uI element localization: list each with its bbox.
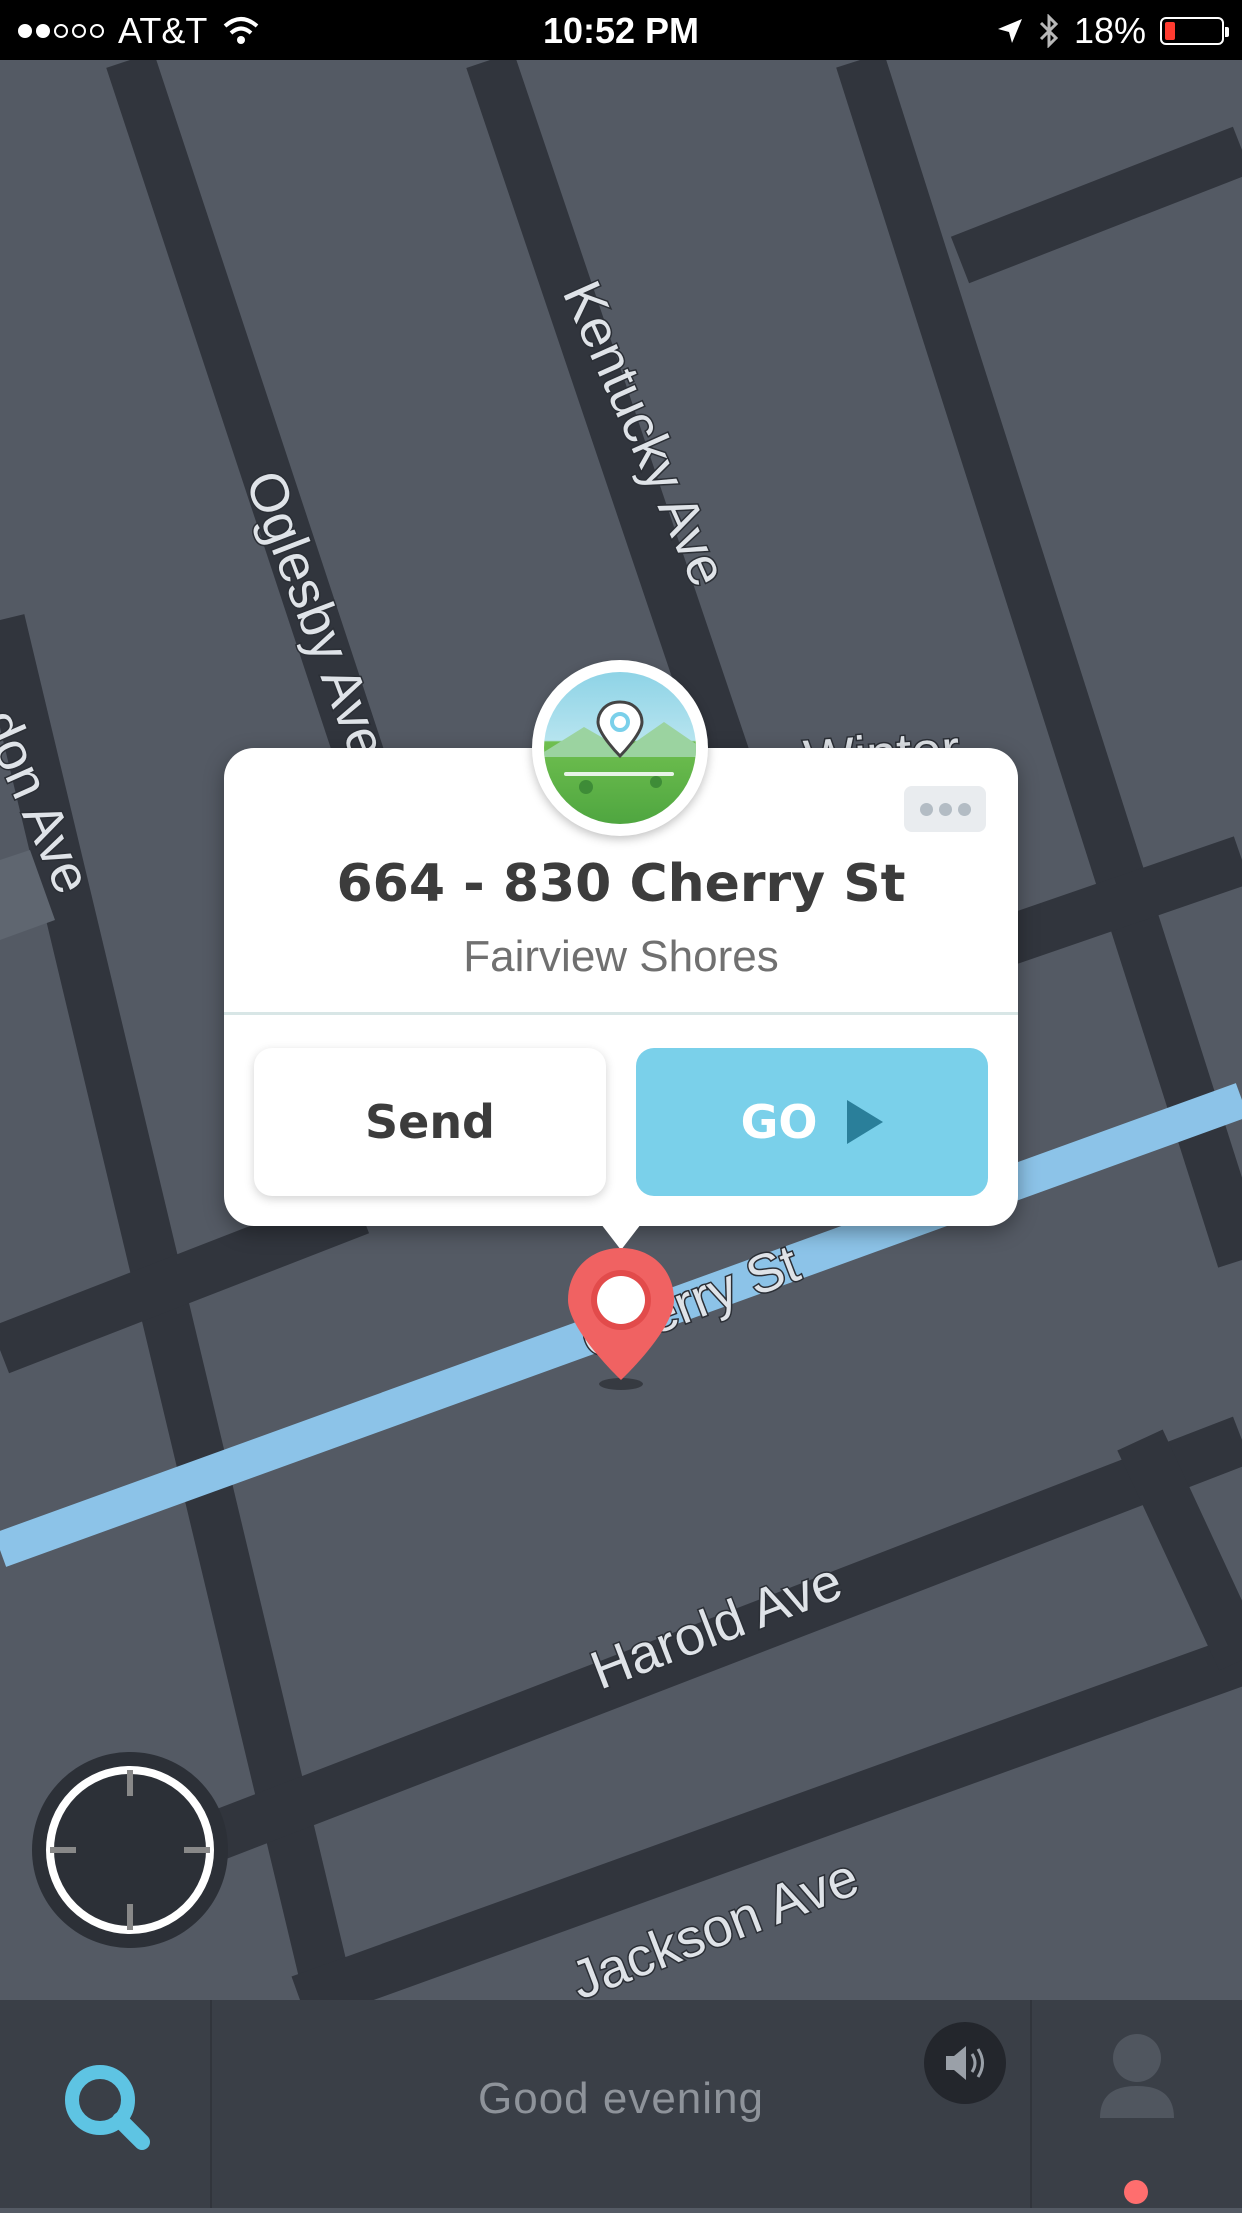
speaker-icon (946, 2046, 984, 2080)
battery-fill (1165, 22, 1175, 40)
notification-dot (1124, 2180, 1148, 2204)
bluetooth-icon (1039, 14, 1059, 48)
search-icon (65, 2065, 150, 2150)
search-button[interactable] (0, 2000, 212, 2208)
status-right: 18% (996, 10, 1229, 52)
location-arrow-icon (997, 19, 1022, 43)
go-button[interactable]: GO (636, 1048, 988, 1196)
profile-button[interactable] (1030, 2000, 1242, 2208)
go-label: GO (740, 1095, 818, 1149)
destination-pin-icon[interactable] (562, 1244, 680, 1394)
bottom-bar: Good evening (0, 2000, 1242, 2208)
street-label-oglesby: Oglesby Ave (234, 463, 398, 767)
user-avatar-icon (1100, 2034, 1174, 2118)
battery-icon (1160, 17, 1229, 45)
crosshair-icon (46, 1766, 214, 1934)
place-avatar (532, 660, 708, 836)
card-divider (224, 1012, 1018, 1015)
greeting-text: Good evening (478, 2074, 764, 2123)
sound-button[interactable] (924, 2022, 1006, 2104)
place-title: 664 - 830 Cherry St (336, 854, 906, 914)
send-button[interactable]: Send (254, 1048, 606, 1196)
status-bar: AT&T 10:52 PM 18% (0, 0, 1242, 60)
play-arrow-icon (847, 1100, 884, 1144)
battery-percent: 18% (1073, 10, 1146, 51)
landscape-icon (544, 672, 696, 824)
place-subtitle: Fairview Shores (463, 932, 779, 981)
recenter-button[interactable] (32, 1752, 228, 1948)
more-options-button[interactable] (904, 786, 986, 832)
